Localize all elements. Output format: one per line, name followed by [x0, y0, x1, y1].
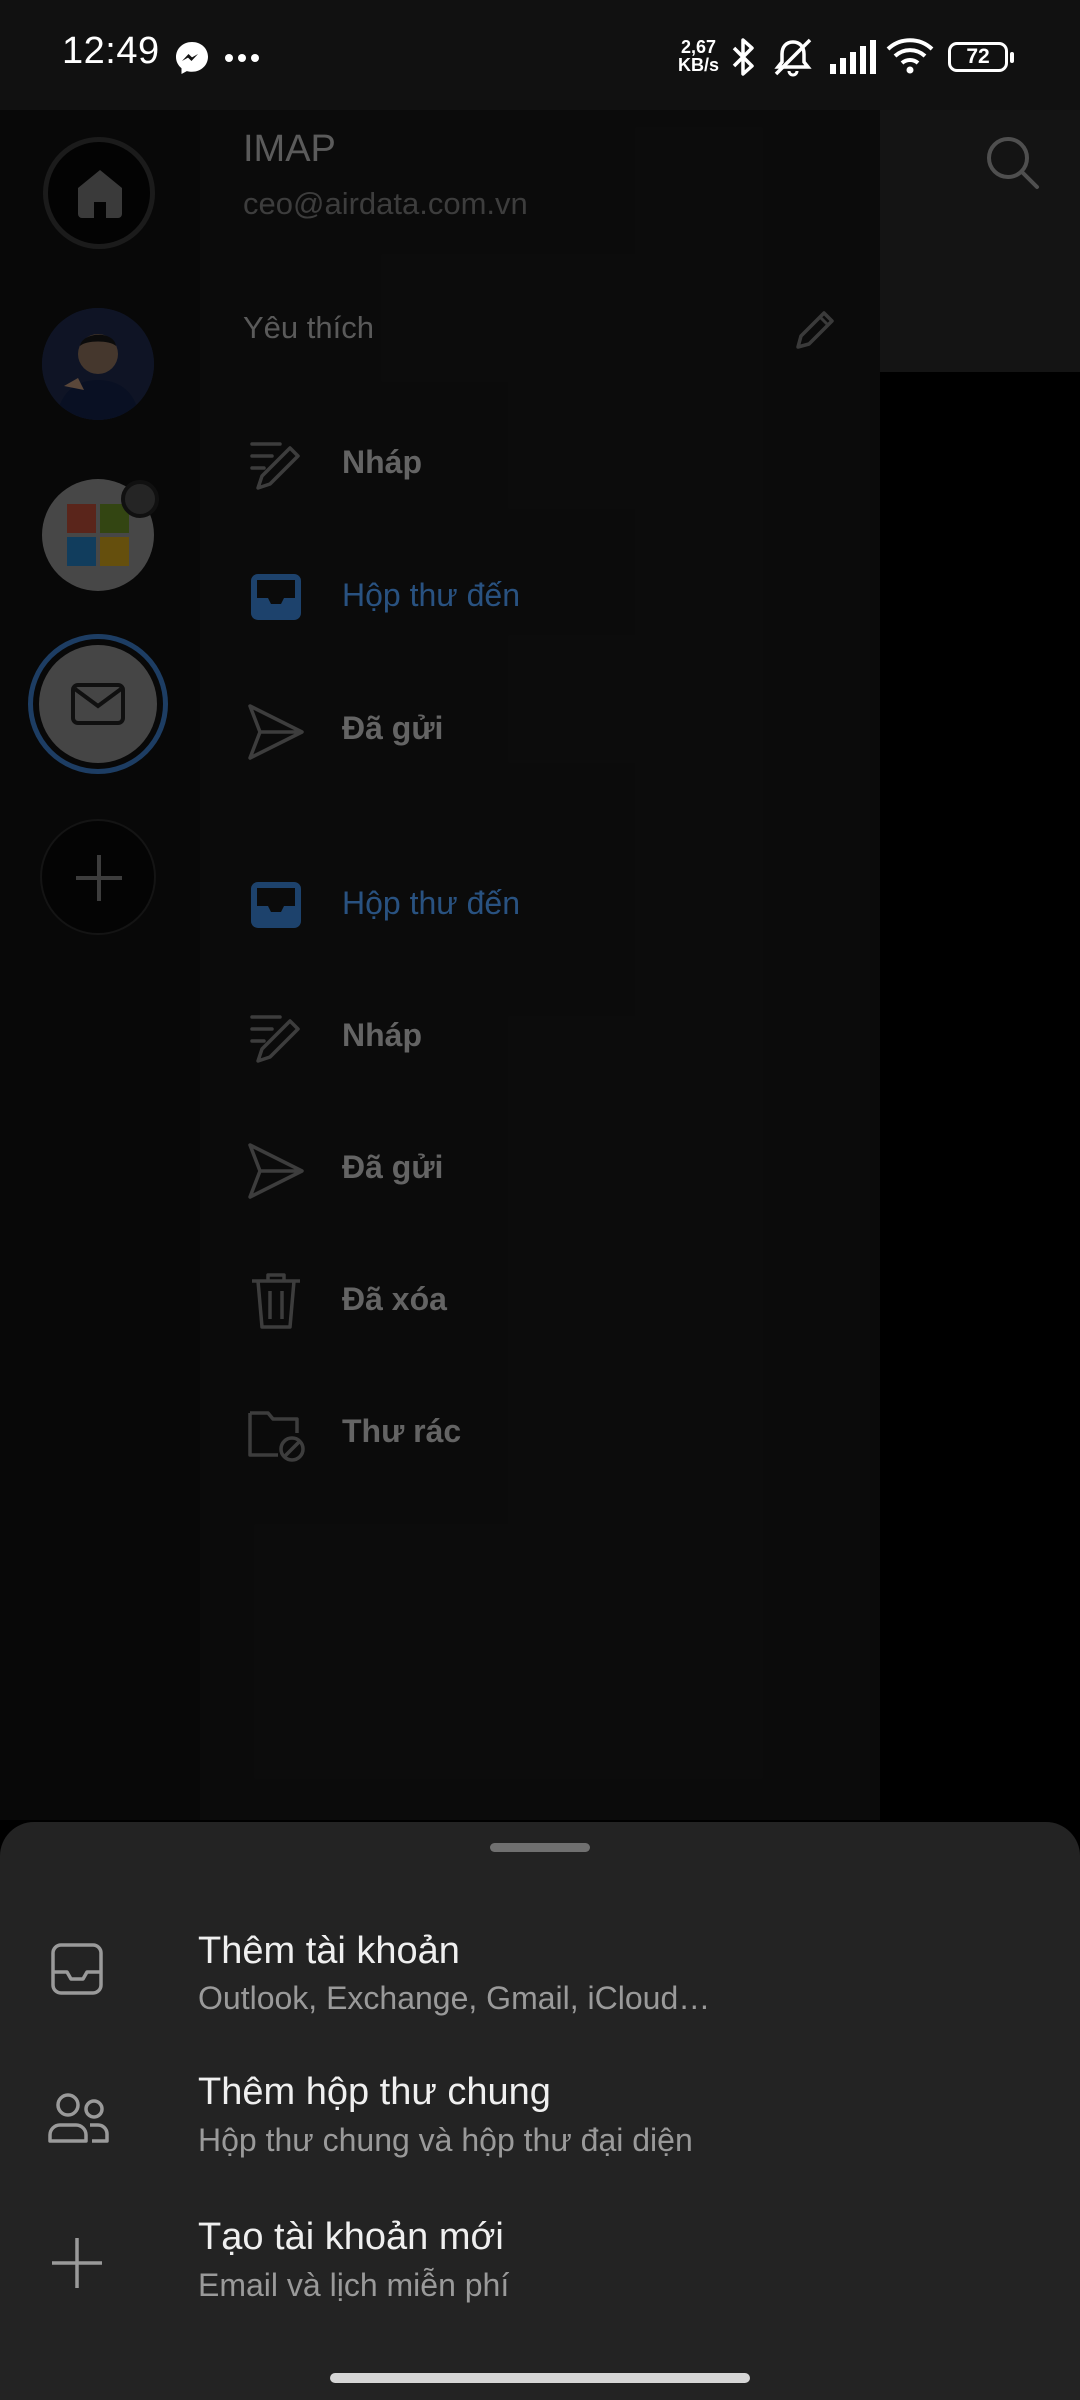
create-account-title: Tạo tài khoản mới	[198, 2216, 504, 2258]
imap-account-button[interactable]	[28, 634, 168, 774]
create-account-subtitle: Email và lịch miễn phí	[198, 2267, 510, 2303]
bluetooth-icon	[732, 38, 754, 76]
home-button[interactable]	[43, 137, 155, 249]
folder-item-deleted[interactable]: Đã xóa	[240, 1259, 860, 1359]
signal-icon	[830, 40, 876, 74]
send-icon	[248, 1143, 304, 1199]
status-time: 12:49	[62, 30, 160, 72]
notification-dot	[121, 480, 159, 518]
account-title: IMAP	[243, 128, 336, 170]
people-icon	[48, 2093, 109, 2143]
add-shared-mailbox-subtitle: Hộp thư chung và hộp thư đại diện	[198, 2122, 693, 2158]
draft-icon	[250, 442, 300, 490]
favorite-item-draft[interactable]: Nháp	[240, 422, 860, 522]
account-email: ceo@airdata.com.vn	[243, 186, 528, 221]
favorite-item-inbox[interactable]: Hộp thư đến	[240, 555, 860, 655]
add-account-subtitle: Outlook, Exchange, Gmail, iCloud…	[198, 1980, 711, 2016]
mute-icon	[774, 38, 812, 77]
draft-icon	[250, 1015, 300, 1063]
messenger-icon	[176, 42, 208, 74]
imap-account-circle	[39, 645, 157, 763]
favorites-heading: Yêu thích	[243, 310, 374, 345]
navigation-drawer	[200, 110, 880, 1820]
favorite-label-draft: Nháp	[342, 444, 422, 480]
add-account-button[interactable]	[40, 819, 156, 935]
folder-label-draft: Nháp	[342, 1017, 422, 1053]
folder-item-draft[interactable]: Nháp	[240, 995, 860, 1095]
folder-item-inbox[interactable]: Hộp thư đến	[240, 863, 860, 963]
favorite-item-sent[interactable]: Đã gửi	[240, 688, 860, 788]
trash-icon	[252, 1273, 300, 1329]
favorite-label-inbox: Hộp thư đến	[342, 577, 520, 613]
add-account-title: Thêm tài khoản	[198, 1930, 460, 1972]
folder-label-deleted: Đã xóa	[342, 1281, 447, 1317]
wifi-icon	[886, 38, 934, 74]
create-account-option[interactable]: Tạo tài khoản mới Email và lịch miễn phí	[0, 2202, 1080, 2332]
sheet-drag-handle[interactable]	[490, 1843, 590, 1852]
mail-icon	[71, 683, 125, 725]
network-speed-unit: KB/s	[678, 55, 720, 75]
network-speed-value: 2,67	[680, 37, 717, 57]
junk-folder-icon	[248, 1411, 305, 1462]
plus-icon	[76, 855, 122, 901]
battery-icon: 72	[948, 42, 1014, 72]
add-account-option[interactable]: Thêm tài khoản Outlook, Exchange, Gmail,…	[0, 1912, 1080, 2042]
inbox-icon	[251, 882, 301, 928]
send-icon	[248, 704, 304, 760]
network-speed: 2,67 KB/s	[678, 38, 719, 74]
folder-label-sent: Đã gửi	[342, 1149, 444, 1185]
inbox-tray-icon	[51, 1943, 103, 1995]
folder-label-inbox: Hộp thư đến	[342, 885, 520, 921]
gesture-nav-bar[interactable]	[330, 2373, 750, 2383]
folder-item-sent[interactable]: Đã gửi	[240, 1127, 860, 1227]
inbox-icon	[251, 574, 301, 620]
avatar-photo	[42, 308, 154, 420]
add-shared-mailbox-title: Thêm hộp thư chung	[198, 2071, 551, 2113]
folder-item-junk[interactable]: Thư rác	[240, 1391, 860, 1491]
plus-icon	[52, 2238, 102, 2288]
home-icon	[78, 170, 122, 218]
add-shared-mailbox-option[interactable]: Thêm hộp thư chung Hộp thư chung và hộp …	[0, 2057, 1080, 2187]
folder-label-junk: Thư rác	[342, 1413, 462, 1449]
favorite-label-sent: Đã gửi	[342, 710, 444, 746]
avatar[interactable]	[42, 308, 154, 420]
microsoft-logo-icon	[67, 504, 129, 566]
edit-pencil-icon[interactable]	[790, 305, 840, 355]
search-icon[interactable]	[982, 132, 1042, 192]
more-dots-icon	[225, 54, 259, 62]
